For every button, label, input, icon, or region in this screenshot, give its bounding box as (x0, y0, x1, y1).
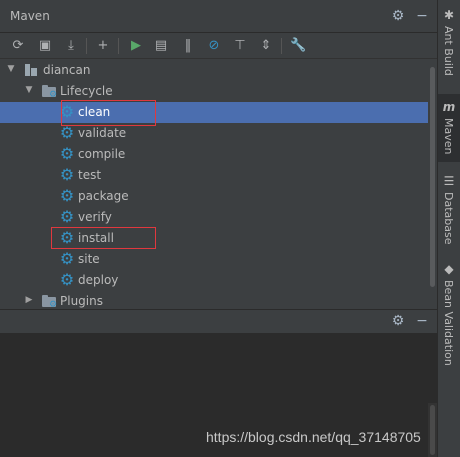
maven-panel-header: Maven ⚙ − (0, 0, 437, 33)
tree-node-phase[interactable]: ⚙ compile (0, 144, 428, 165)
phase-label: compile (78, 147, 126, 161)
wrench-icon[interactable]: 🔧 (290, 38, 306, 54)
side-tab-ant-build[interactable]: ✱ Ant Build (438, 4, 460, 86)
toolbar-separator (86, 38, 87, 54)
tree-node-phase[interactable]: ⚙ verify (0, 207, 428, 228)
side-tab-bean-validation[interactable]: ◆ Bean Validation (438, 258, 460, 370)
tree-node-phase[interactable]: ⚙ test (0, 165, 428, 186)
database-icon: ☰ (443, 174, 455, 188)
lifecycle-label: Lifecycle (60, 84, 113, 98)
folder-gear-icon: ⚙ (42, 85, 57, 100)
bottom-scrollbar[interactable] (428, 403, 437, 457)
add-icon[interactable]: + (95, 38, 111, 54)
collapse-arrow-icon[interactable]: ▶ (24, 295, 34, 305)
tree-node-phase[interactable]: ⚙ deploy (0, 270, 428, 291)
toolbar-separator (118, 38, 119, 54)
maven-tree: ▼ diancan ▼ ⚙ Lifecycle ⚙ clean ⚙ valida… (0, 59, 428, 309)
tree-node-phase[interactable]: ⚙ validate (0, 123, 428, 144)
collapse-all-icon[interactable]: ⇕ (258, 38, 274, 54)
phase-gear-icon: ⚙ (59, 186, 75, 205)
phase-gear-icon: ⚙ (59, 144, 75, 163)
tree-node-project[interactable]: ▼ diancan (0, 60, 428, 81)
tree-node-lifecycle[interactable]: ▼ ⚙ Lifecycle (0, 81, 428, 102)
project-label: diancan (43, 63, 91, 77)
show-dependencies-icon[interactable]: ⊤ (232, 38, 248, 54)
reimport-icon[interactable]: ⟳ (10, 38, 26, 54)
tree-scrollbar[interactable] (428, 59, 437, 309)
maven-module-icon (24, 63, 38, 77)
minimize-icon[interactable]: − (415, 314, 429, 328)
generate-sources-icon[interactable]: ▣ (37, 38, 53, 54)
phase-label: validate (78, 126, 127, 140)
scrollbar-thumb[interactable] (430, 67, 435, 287)
side-tab-database[interactable]: ☰ Database (438, 170, 460, 250)
ant-icon: ✱ (443, 8, 455, 22)
download-icon[interactable]: ⤓ (63, 38, 79, 54)
tree-node-phase[interactable]: ⚙ package (0, 186, 428, 207)
side-tab-label: Database (442, 192, 455, 245)
tree-node-phase[interactable]: ⚙ site (0, 249, 428, 270)
side-tab-label: Ant Build (442, 26, 455, 76)
right-tool-strip: ✱ Ant Build m Maven ☰ Database ◆ Bean Va… (437, 0, 460, 457)
phase-gear-icon: ⚙ (59, 207, 75, 226)
gear-icon[interactable]: ⚙ (391, 9, 405, 23)
expand-arrow-icon[interactable]: ▼ (24, 85, 34, 95)
watermark-text: https://blog.csdn.net/qq_37148705 (206, 429, 421, 445)
phase-gear-icon: ⚙ (59, 165, 75, 184)
side-tab-label: Bean Validation (442, 280, 455, 366)
tree-node-plugins[interactable]: ▶ ⚙ Plugins (0, 291, 428, 309)
gear-icon[interactable]: ⚙ (391, 314, 405, 328)
toggle-offline-icon[interactable]: ‖ (180, 38, 196, 54)
phase-gear-icon: ⚙ (59, 249, 75, 268)
side-tab-maven[interactable]: m Maven (438, 94, 460, 162)
folder-gear-icon: ⚙ (42, 295, 57, 309)
run-icon[interactable]: ▶ (128, 38, 144, 54)
highlight-box-install (51, 227, 156, 249)
maven-toolbar: ⟳ ▣ ⤓ + ▶ ▤ ‖ ⊘ ⊤ ⇕ 🔧 (0, 33, 437, 59)
phase-label: test (78, 168, 102, 182)
side-tab-label: Maven (442, 118, 455, 155)
bottom-panel-header: ⚙ − (0, 309, 437, 333)
expand-arrow-icon[interactable]: ▼ (6, 64, 16, 74)
minimize-icon[interactable]: − (415, 9, 429, 23)
bean-icon: ◆ (444, 262, 454, 276)
maven-icon: m (442, 100, 456, 114)
phase-gear-icon: ⚙ (59, 270, 75, 289)
panel-title: Maven (10, 9, 50, 23)
phase-label: verify (78, 210, 112, 224)
highlight-box-clean (61, 100, 156, 126)
toolbar-separator (281, 38, 282, 54)
phase-label: site (78, 252, 100, 266)
skip-tests-icon[interactable]: ⊘ (206, 38, 222, 54)
phase-label: deploy (78, 273, 119, 287)
phase-label: package (78, 189, 129, 203)
run-config-icon[interactable]: ▤ (153, 38, 169, 54)
phase-gear-icon: ⚙ (59, 123, 75, 142)
scrollbar-thumb[interactable] (430, 405, 435, 455)
plugins-label: Plugins (60, 294, 103, 308)
